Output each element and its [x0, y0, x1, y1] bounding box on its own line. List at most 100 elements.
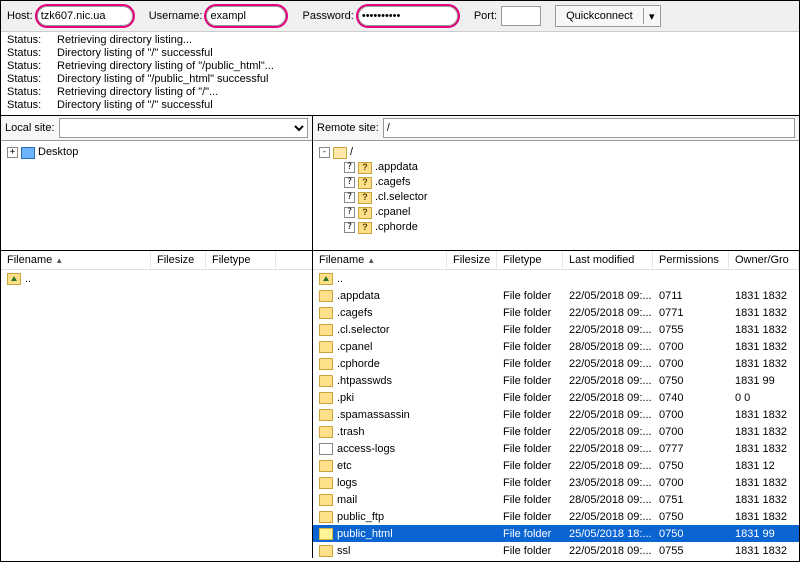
- col-permissions[interactable]: Permissions: [653, 251, 729, 269]
- unknown-expand-icon[interactable]: ?: [344, 162, 355, 173]
- host-input[interactable]: [37, 6, 133, 26]
- sort-asc-icon: ▲: [55, 256, 63, 265]
- list-item[interactable]: ..: [1, 270, 312, 287]
- folder-icon: [319, 341, 333, 353]
- folder-icon: [319, 545, 333, 557]
- col-owner[interactable]: Owner/Gro: [729, 251, 799, 269]
- folder-icon: [319, 392, 333, 404]
- list-item[interactable]: .spamassassinFile folder22/05/2018 09:..…: [313, 406, 799, 423]
- connection-toolbar: Host: Username: Password: Port: Quickcon…: [1, 1, 799, 32]
- status-message: Directory listing of "/public_html" succ…: [57, 73, 268, 86]
- status-log: Status: Retrieving directory listing... St…: [1, 32, 799, 116]
- tree-node-label[interactable]: .cpanel: [375, 205, 410, 220]
- status-label: Status:: [7, 34, 47, 47]
- port-input[interactable]: [501, 6, 541, 26]
- port-label: Port:: [474, 10, 497, 22]
- status-label: Status:: [7, 73, 47, 86]
- remote-tree[interactable]: -/??.appdata??.cagefs??.cl.selector??.cp…: [313, 141, 799, 251]
- unknown-expand-icon[interactable]: ?: [344, 222, 355, 233]
- remote-file-list[interactable]: Filename▲ Filesize Filetype Last modifie…: [313, 251, 799, 558]
- col-filename[interactable]: Filename▲: [1, 251, 151, 269]
- tree-node-label[interactable]: .cl.selector: [375, 190, 428, 205]
- list-item[interactable]: .pkiFile folder22/05/2018 09:...07400 0: [313, 389, 799, 406]
- col-filetype[interactable]: Filetype: [206, 251, 276, 269]
- list-item[interactable]: logsFile folder23/05/2018 09:...07001831…: [313, 474, 799, 491]
- folder-unknown-icon: ?: [358, 177, 372, 189]
- remote-path-input[interactable]: [383, 118, 795, 138]
- tree-node-label[interactable]: /: [350, 145, 353, 160]
- list-item[interactable]: .trashFile folder22/05/2018 09:...070018…: [313, 423, 799, 440]
- collapse-icon[interactable]: -: [319, 147, 330, 158]
- folder-icon: [319, 307, 333, 319]
- folder-icon: [319, 324, 333, 336]
- list-item[interactable]: etcFile folder22/05/2018 09:...07501831 …: [313, 457, 799, 474]
- list-item[interactable]: access-logsFile folder22/05/2018 09:...0…: [313, 440, 799, 457]
- col-filesize[interactable]: Filesize: [151, 251, 206, 269]
- folder-icon: [319, 460, 333, 472]
- folder-icon: [319, 477, 333, 489]
- list-item[interactable]: .cagefsFile folder22/05/2018 09:...07711…: [313, 304, 799, 321]
- quickconnect-button-group: Quickconnect ▾: [555, 5, 661, 27]
- folder-icon: [319, 409, 333, 421]
- expand-icon[interactable]: +: [7, 147, 18, 158]
- list-item[interactable]: sslFile folder22/05/2018 09:...07551831 …: [313, 542, 799, 557]
- col-filetype[interactable]: Filetype: [497, 251, 563, 269]
- list-item[interactable]: public_htmlFile folder25/05/2018 18:...0…: [313, 525, 799, 542]
- folder-unknown-icon: ?: [358, 192, 372, 204]
- folder-open-icon: [333, 147, 347, 159]
- unknown-expand-icon[interactable]: ?: [344, 177, 355, 188]
- list-item[interactable]: .cpanelFile folder28/05/2018 09:...07001…: [313, 338, 799, 355]
- local-tree[interactable]: + Desktop: [1, 141, 312, 251]
- list-item[interactable]: .appdataFile folder22/05/2018 09:...0711…: [313, 287, 799, 304]
- col-modified[interactable]: Last modified: [563, 251, 653, 269]
- folder-unknown-icon: ?: [358, 222, 372, 234]
- folder-icon: [319, 358, 333, 370]
- status-label: Status:: [7, 86, 47, 99]
- tree-node-label[interactable]: .cphorde: [375, 220, 418, 235]
- tree-node-label[interactable]: Desktop: [38, 145, 78, 160]
- folder-icon: [319, 511, 333, 523]
- status-message: Directory listing of "/" successful: [57, 99, 213, 112]
- password-input[interactable]: [358, 6, 458, 26]
- folder-unknown-icon: ?: [358, 207, 372, 219]
- col-filename[interactable]: Filename▲: [313, 251, 447, 269]
- shortcut-icon: [319, 443, 333, 455]
- remote-site-label: Remote site:: [317, 122, 379, 134]
- folder-icon: [319, 494, 333, 506]
- folder-icon: [319, 528, 333, 540]
- remote-pane: Remote site: -/??.appdata??.cagefs??.cl.…: [313, 116, 799, 558]
- password-label: Password:: [302, 10, 353, 22]
- parent-folder-icon: [319, 273, 333, 285]
- col-filesize[interactable]: Filesize: [447, 251, 497, 269]
- sort-asc-icon: ▲: [367, 256, 375, 265]
- status-message: Directory listing of "/" successful: [57, 47, 213, 60]
- list-item[interactable]: .cl.selectorFile folder22/05/2018 09:...…: [313, 321, 799, 338]
- folder-icon: [319, 426, 333, 438]
- list-item[interactable]: public_ftpFile folder22/05/2018 09:...07…: [313, 508, 799, 525]
- parent-folder-icon: [7, 273, 21, 285]
- tree-node-label[interactable]: .cagefs: [375, 175, 410, 190]
- local-path-select[interactable]: [59, 118, 308, 138]
- desktop-icon: [21, 147, 35, 159]
- list-item[interactable]: ..: [313, 270, 799, 287]
- list-item[interactable]: .cphordeFile folder22/05/2018 09:...0700…: [313, 355, 799, 372]
- list-item[interactable]: .htpasswdsFile folder22/05/2018 09:...07…: [313, 372, 799, 389]
- quickconnect-dropdown[interactable]: ▾: [644, 10, 660, 23]
- list-item[interactable]: mailFile folder28/05/2018 09:...07511831…: [313, 491, 799, 508]
- status-message: Retrieving directory listing of "/"...: [57, 86, 218, 99]
- status-label: Status:: [7, 47, 47, 60]
- status-message: Retrieving directory listing...: [57, 34, 192, 47]
- quickconnect-button[interactable]: Quickconnect: [556, 8, 644, 24]
- local-site-label: Local site:: [5, 122, 55, 134]
- folder-unknown-icon: ?: [358, 162, 372, 174]
- local-pane: Local site: + Desktop Filename▲ Filesize…: [1, 116, 313, 558]
- unknown-expand-icon[interactable]: ?: [344, 207, 355, 218]
- username-label: Username:: [149, 10, 203, 22]
- local-file-list[interactable]: Filename▲ Filesize Filetype ..: [1, 251, 312, 558]
- unknown-expand-icon[interactable]: ?: [344, 192, 355, 203]
- folder-icon: [319, 290, 333, 302]
- username-input[interactable]: [206, 6, 286, 26]
- folder-icon: [319, 375, 333, 387]
- tree-node-label[interactable]: .appdata: [375, 160, 418, 175]
- status-label: Status:: [7, 60, 47, 73]
